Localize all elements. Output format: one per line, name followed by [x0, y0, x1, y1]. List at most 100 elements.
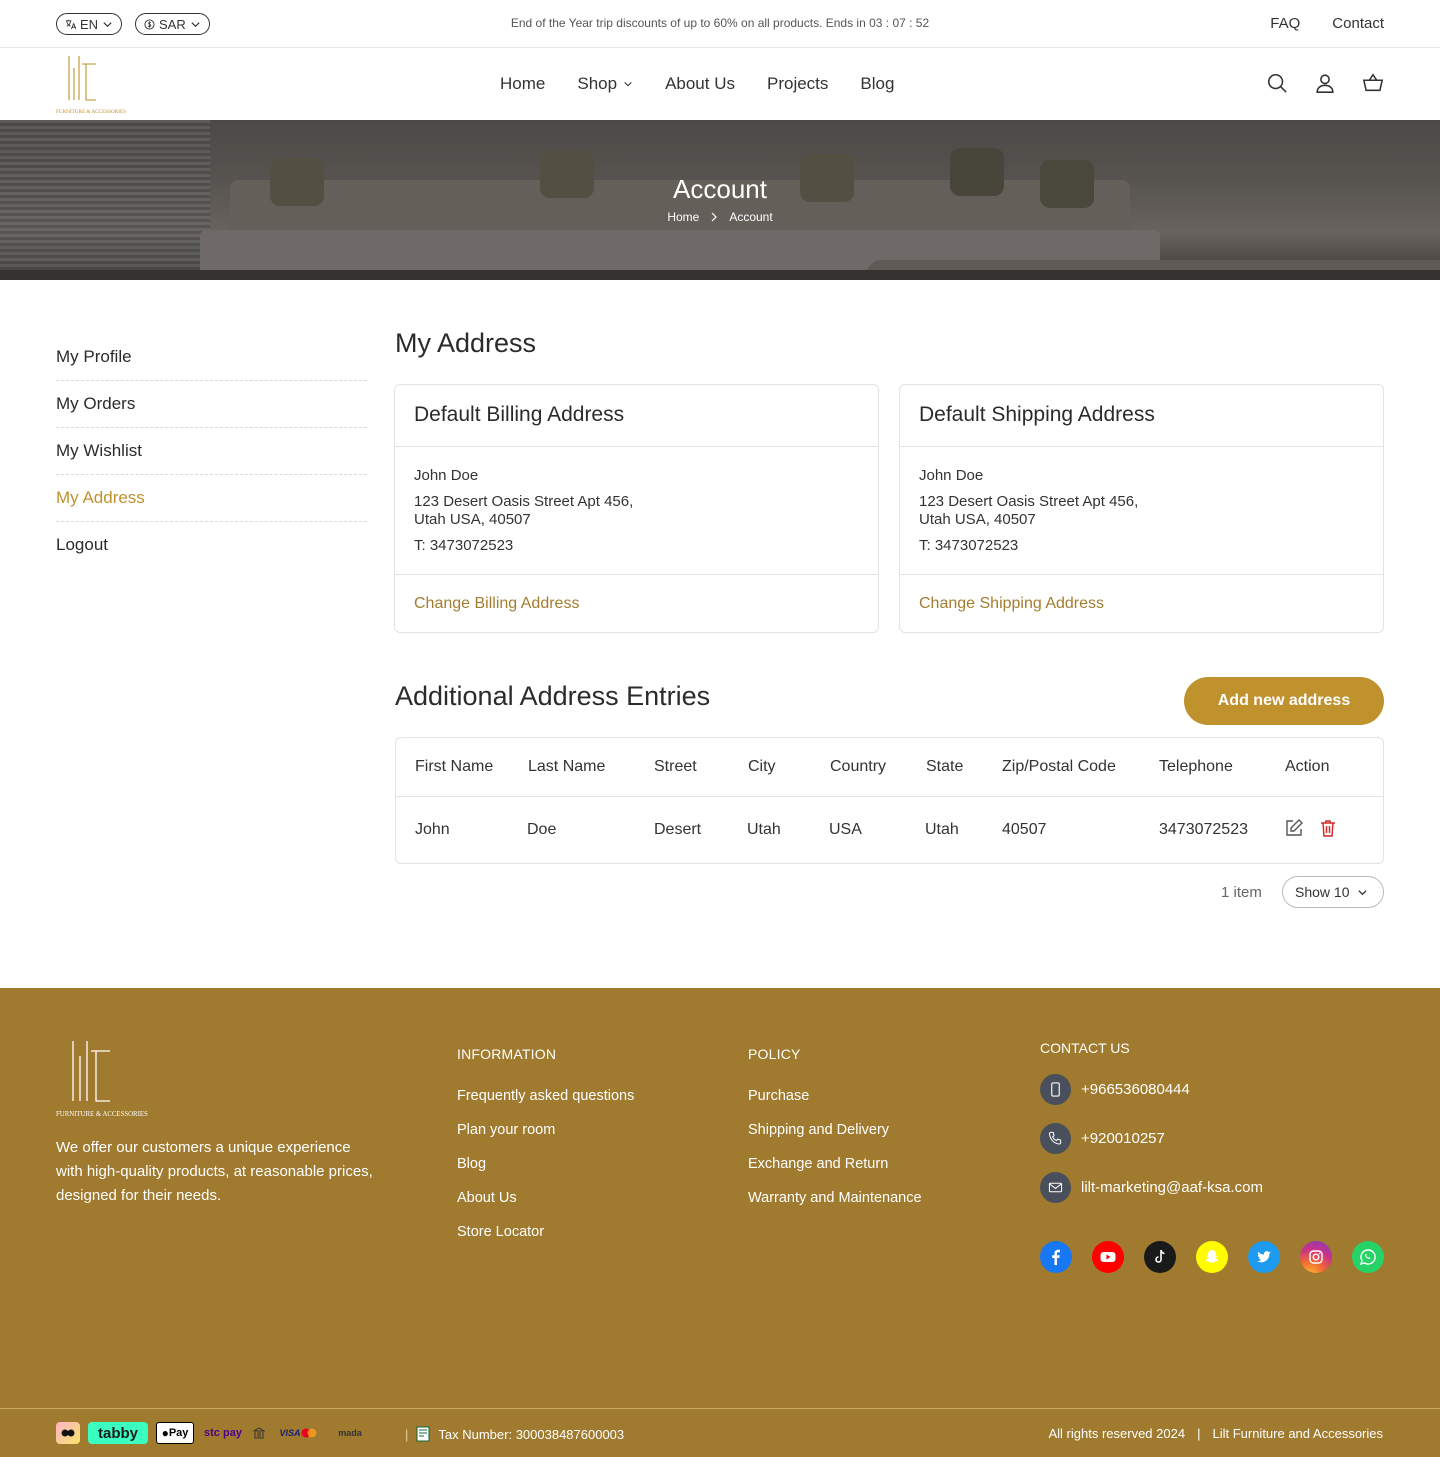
- sidebar-item-my-orders[interactable]: My Orders: [56, 381, 367, 428]
- footer-heading: INFORMATION: [457, 1046, 557, 1062]
- nav-home[interactable]: Home: [500, 74, 545, 94]
- sidebar-item-logout[interactable]: Logout: [56, 522, 367, 569]
- payment-methods: tabby ● Pay stc pay VISA mada: [56, 1422, 370, 1444]
- faq-link[interactable]: FAQ: [1270, 15, 1300, 32]
- page-size-select[interactable]: Show 10: [1282, 876, 1384, 908]
- footer-link-warranty[interactable]: Warranty and Maintenance: [748, 1190, 922, 1206]
- table-row: John Doe Desert Utah USA Utah 40507 3473…: [396, 797, 1383, 863]
- footer-link-store-locator[interactable]: Store Locator: [457, 1224, 634, 1240]
- sidebar-item-my-wishlist[interactable]: My Wishlist: [56, 428, 367, 475]
- footer-information: INFORMATION Frequently asked questions P…: [457, 1046, 634, 1258]
- page-size-label: Show 10: [1295, 884, 1350, 900]
- cell-city: Utah: [747, 821, 781, 838]
- snapchat-icon[interactable]: [1196, 1241, 1228, 1273]
- mada-badge: mada: [338, 1428, 362, 1438]
- search-icon[interactable]: [1266, 72, 1288, 94]
- hero-banner: Account Home Account: [0, 120, 1440, 280]
- footer-link-shipping[interactable]: Shipping and Delivery: [748, 1122, 922, 1138]
- divider: |: [405, 1426, 409, 1442]
- sidebar-item-my-profile[interactable]: My Profile: [56, 334, 367, 381]
- currency-icon: [144, 18, 155, 30]
- rights-text: All rights reserved 2024: [1048, 1426, 1186, 1441]
- mail-icon: [1040, 1172, 1071, 1203]
- bank-transfer-icon: [252, 1422, 266, 1444]
- change-billing-address-link[interactable]: Change Billing Address: [395, 575, 878, 633]
- chevron-right-icon: [711, 212, 718, 222]
- edit-icon[interactable]: [1284, 818, 1304, 838]
- footer-link-purchase[interactable]: Purchase: [748, 1088, 922, 1104]
- contact-email[interactable]: lilt-marketing@aaf-ksa.com: [1040, 1172, 1263, 1203]
- lilt-logo[interactable]: FURNITURE & ACCESSORIES: [56, 54, 132, 116]
- nav-projects[interactable]: Projects: [767, 74, 828, 94]
- sidebar-item-my-address[interactable]: My Address: [56, 475, 367, 522]
- column-header: Telephone: [1159, 758, 1233, 775]
- translate-icon: [65, 19, 76, 29]
- row-actions: [1284, 818, 1338, 838]
- table-header: First Name Last Name Street City Country…: [396, 738, 1383, 797]
- contact-phone[interactable]: +920010257: [1040, 1123, 1263, 1154]
- breadcrumb-home[interactable]: Home: [667, 210, 699, 224]
- cart-icon[interactable]: [1362, 72, 1384, 94]
- phone-icon: [1040, 1123, 1071, 1154]
- cell-last-name: Doe: [527, 821, 557, 838]
- delete-icon[interactable]: [1318, 818, 1338, 838]
- currency-selector[interactable]: SAR: [135, 13, 210, 35]
- tabby-badge: tabby: [88, 1422, 148, 1444]
- mobile-icon: [1040, 1074, 1071, 1105]
- footer-lilt-logo[interactable]: FURNITURE & ACCESSORIES: [56, 1038, 156, 1120]
- footer-link-plan-room[interactable]: Plan your room: [457, 1122, 634, 1138]
- footer-link-about-us[interactable]: About Us: [457, 1190, 634, 1206]
- nav-about-us[interactable]: About Us: [665, 74, 735, 94]
- twitter-icon[interactable]: [1248, 1241, 1280, 1273]
- card-title: Default Billing Address: [395, 385, 878, 447]
- footer-link-faq[interactable]: Frequently asked questions: [457, 1088, 634, 1104]
- column-header: Zip/Postal Code: [1002, 758, 1116, 775]
- main-nav: Home Shop About Us Projects Blog: [500, 74, 894, 94]
- column-header: City: [748, 758, 776, 775]
- footer-link-exchange[interactable]: Exchange and Return: [748, 1156, 922, 1172]
- address-name: John Doe: [919, 467, 984, 484]
- add-new-address-button[interactable]: Add new address: [1184, 677, 1384, 725]
- user-icon[interactable]: [1314, 72, 1336, 94]
- youtube-icon[interactable]: [1092, 1241, 1124, 1273]
- billing-address-card: Default Billing Address John Doe 123 Des…: [394, 384, 879, 633]
- instagram-icon[interactable]: [1300, 1241, 1332, 1273]
- site-footer: FURNITURE & ACCESSORIES We offer our cus…: [0, 988, 1440, 1457]
- currency-label: SAR: [159, 16, 186, 32]
- main-header: FURNITURE & ACCESSORIES Home Shop About …: [0, 48, 1440, 120]
- footer-bottom-bar: tabby ● Pay stc pay VISA mada | Tax Numbe…: [0, 1408, 1440, 1457]
- nav-blog[interactable]: Blog: [860, 74, 894, 94]
- language-selector[interactable]: EN: [56, 13, 123, 35]
- address-name: John Doe: [414, 467, 479, 484]
- address-line-2: Utah USA, 40507: [414, 511, 531, 528]
- address-table: First Name Last Name Street City Country…: [395, 737, 1384, 864]
- tax-info: | Tax Number: 300038487600003: [405, 1426, 624, 1442]
- cell-zip: 40507: [1002, 821, 1047, 838]
- chevron-down-icon: [624, 81, 632, 87]
- chevron-down-icon: [1358, 889, 1368, 895]
- social-links: [1040, 1241, 1384, 1273]
- visa-mastercard-badge: VISA: [274, 1422, 322, 1444]
- breadcrumb: Home Account: [0, 210, 1440, 224]
- contact-link[interactable]: Contact: [1332, 15, 1384, 32]
- change-shipping-address-link[interactable]: Change Shipping Address: [900, 575, 1383, 633]
- address-telephone: T: 3473072523: [414, 537, 514, 554]
- apple-pay-badge: ● Pay: [156, 1422, 194, 1444]
- tiktok-icon[interactable]: [1144, 1241, 1176, 1273]
- vat-certificate-icon: [416, 1426, 430, 1442]
- visa-label: VISA: [279, 1428, 301, 1438]
- contact-mobile-number: +966536080444: [1081, 1081, 1190, 1098]
- svg-text:FURNITURE & ACCESSORIES: FURNITURE & ACCESSORIES: [56, 109, 126, 115]
- apple-pay-label: Pay: [168, 1427, 189, 1439]
- copyright: All rights reserved 2024 | Lilt Furnitur…: [1049, 1426, 1384, 1441]
- top-bar: EN SAR End of the Year trip discounts of…: [0, 0, 1440, 48]
- divider: |: [1197, 1426, 1201, 1441]
- column-header: State: [926, 758, 964, 775]
- contact-mobile[interactable]: +966536080444: [1040, 1074, 1263, 1105]
- column-header: Last Name: [528, 758, 606, 775]
- nav-shop[interactable]: Shop: [577, 74, 633, 94]
- whatsapp-icon[interactable]: [1352, 1241, 1384, 1273]
- column-header: First Name: [415, 758, 494, 775]
- facebook-icon[interactable]: [1040, 1241, 1072, 1273]
- footer-link-blog[interactable]: Blog: [457, 1156, 634, 1172]
